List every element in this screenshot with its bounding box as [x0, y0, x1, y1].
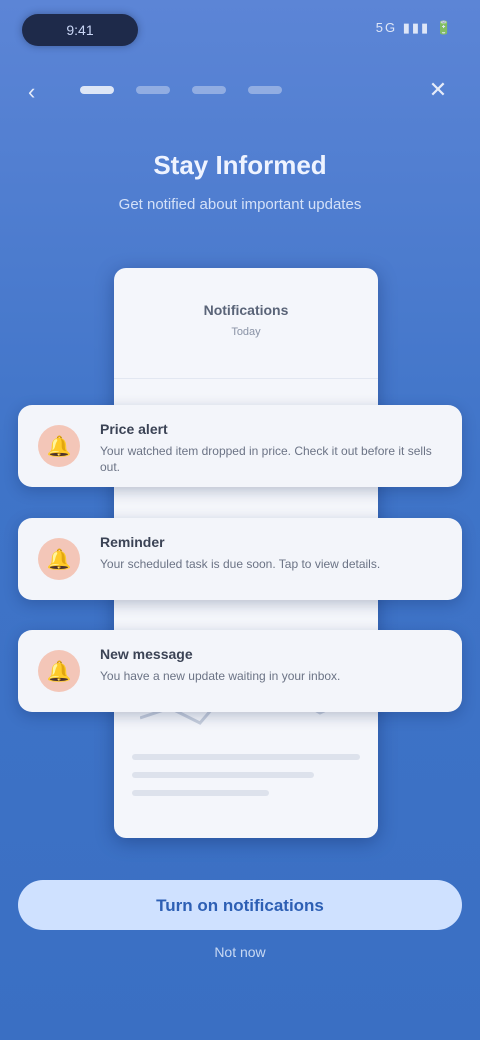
- not-now-link[interactable]: Not now: [0, 944, 480, 960]
- back-icon[interactable]: ‹: [28, 78, 56, 106]
- top-navigation: ‹ ✕: [0, 72, 480, 112]
- step-dot: [248, 86, 282, 94]
- step-dot: [136, 86, 170, 94]
- notification-body: Your scheduled task is due soon. Tap to …: [100, 557, 381, 571]
- enable-notifications-button[interactable]: Turn on notifications: [18, 880, 462, 930]
- phone-preview-subtitle: Today: [231, 326, 261, 338]
- bell-icon: 🔔: [38, 425, 80, 467]
- placeholder-line: [132, 790, 269, 796]
- status-time: 9:41: [22, 14, 138, 46]
- page-subtitle: Get notified about important updates: [118, 196, 362, 213]
- notification-title: Price alert: [100, 421, 168, 437]
- status-indicators: 5G ▮▮▮ 🔋: [375, 20, 454, 35]
- notification-body: You have a new update waiting in your in…: [100, 669, 341, 683]
- close-icon[interactable]: ✕: [424, 76, 452, 104]
- notification-title: Reminder: [100, 534, 165, 550]
- notification-card: 🔔 New message You have a new update wait…: [18, 630, 462, 712]
- status-bar: 9:41 5G ▮▮▮ 🔋: [0, 0, 480, 60]
- page-title: Stay Informed: [153, 150, 327, 180]
- step-indicator: [80, 86, 282, 94]
- preview-placeholder-lines: [132, 754, 360, 808]
- bell-icon: 🔔: [38, 650, 80, 692]
- phone-preview-header: Notifications Today: [114, 268, 378, 379]
- placeholder-line: [132, 772, 315, 778]
- placeholder-line: [132, 754, 360, 760]
- notification-body: Your watched item dropped in price. Chec…: [100, 444, 432, 474]
- phone-preview-title: Notifications: [203, 302, 289, 318]
- notification-card: 🔔 Reminder Your scheduled task is due so…: [18, 518, 462, 600]
- bell-icon: 🔔: [38, 538, 80, 580]
- notification-title: New message: [100, 646, 193, 662]
- notification-card: 🔔 Price alert Your watched item dropped …: [18, 405, 462, 487]
- step-dot: [192, 86, 226, 94]
- step-dot: [80, 86, 114, 94]
